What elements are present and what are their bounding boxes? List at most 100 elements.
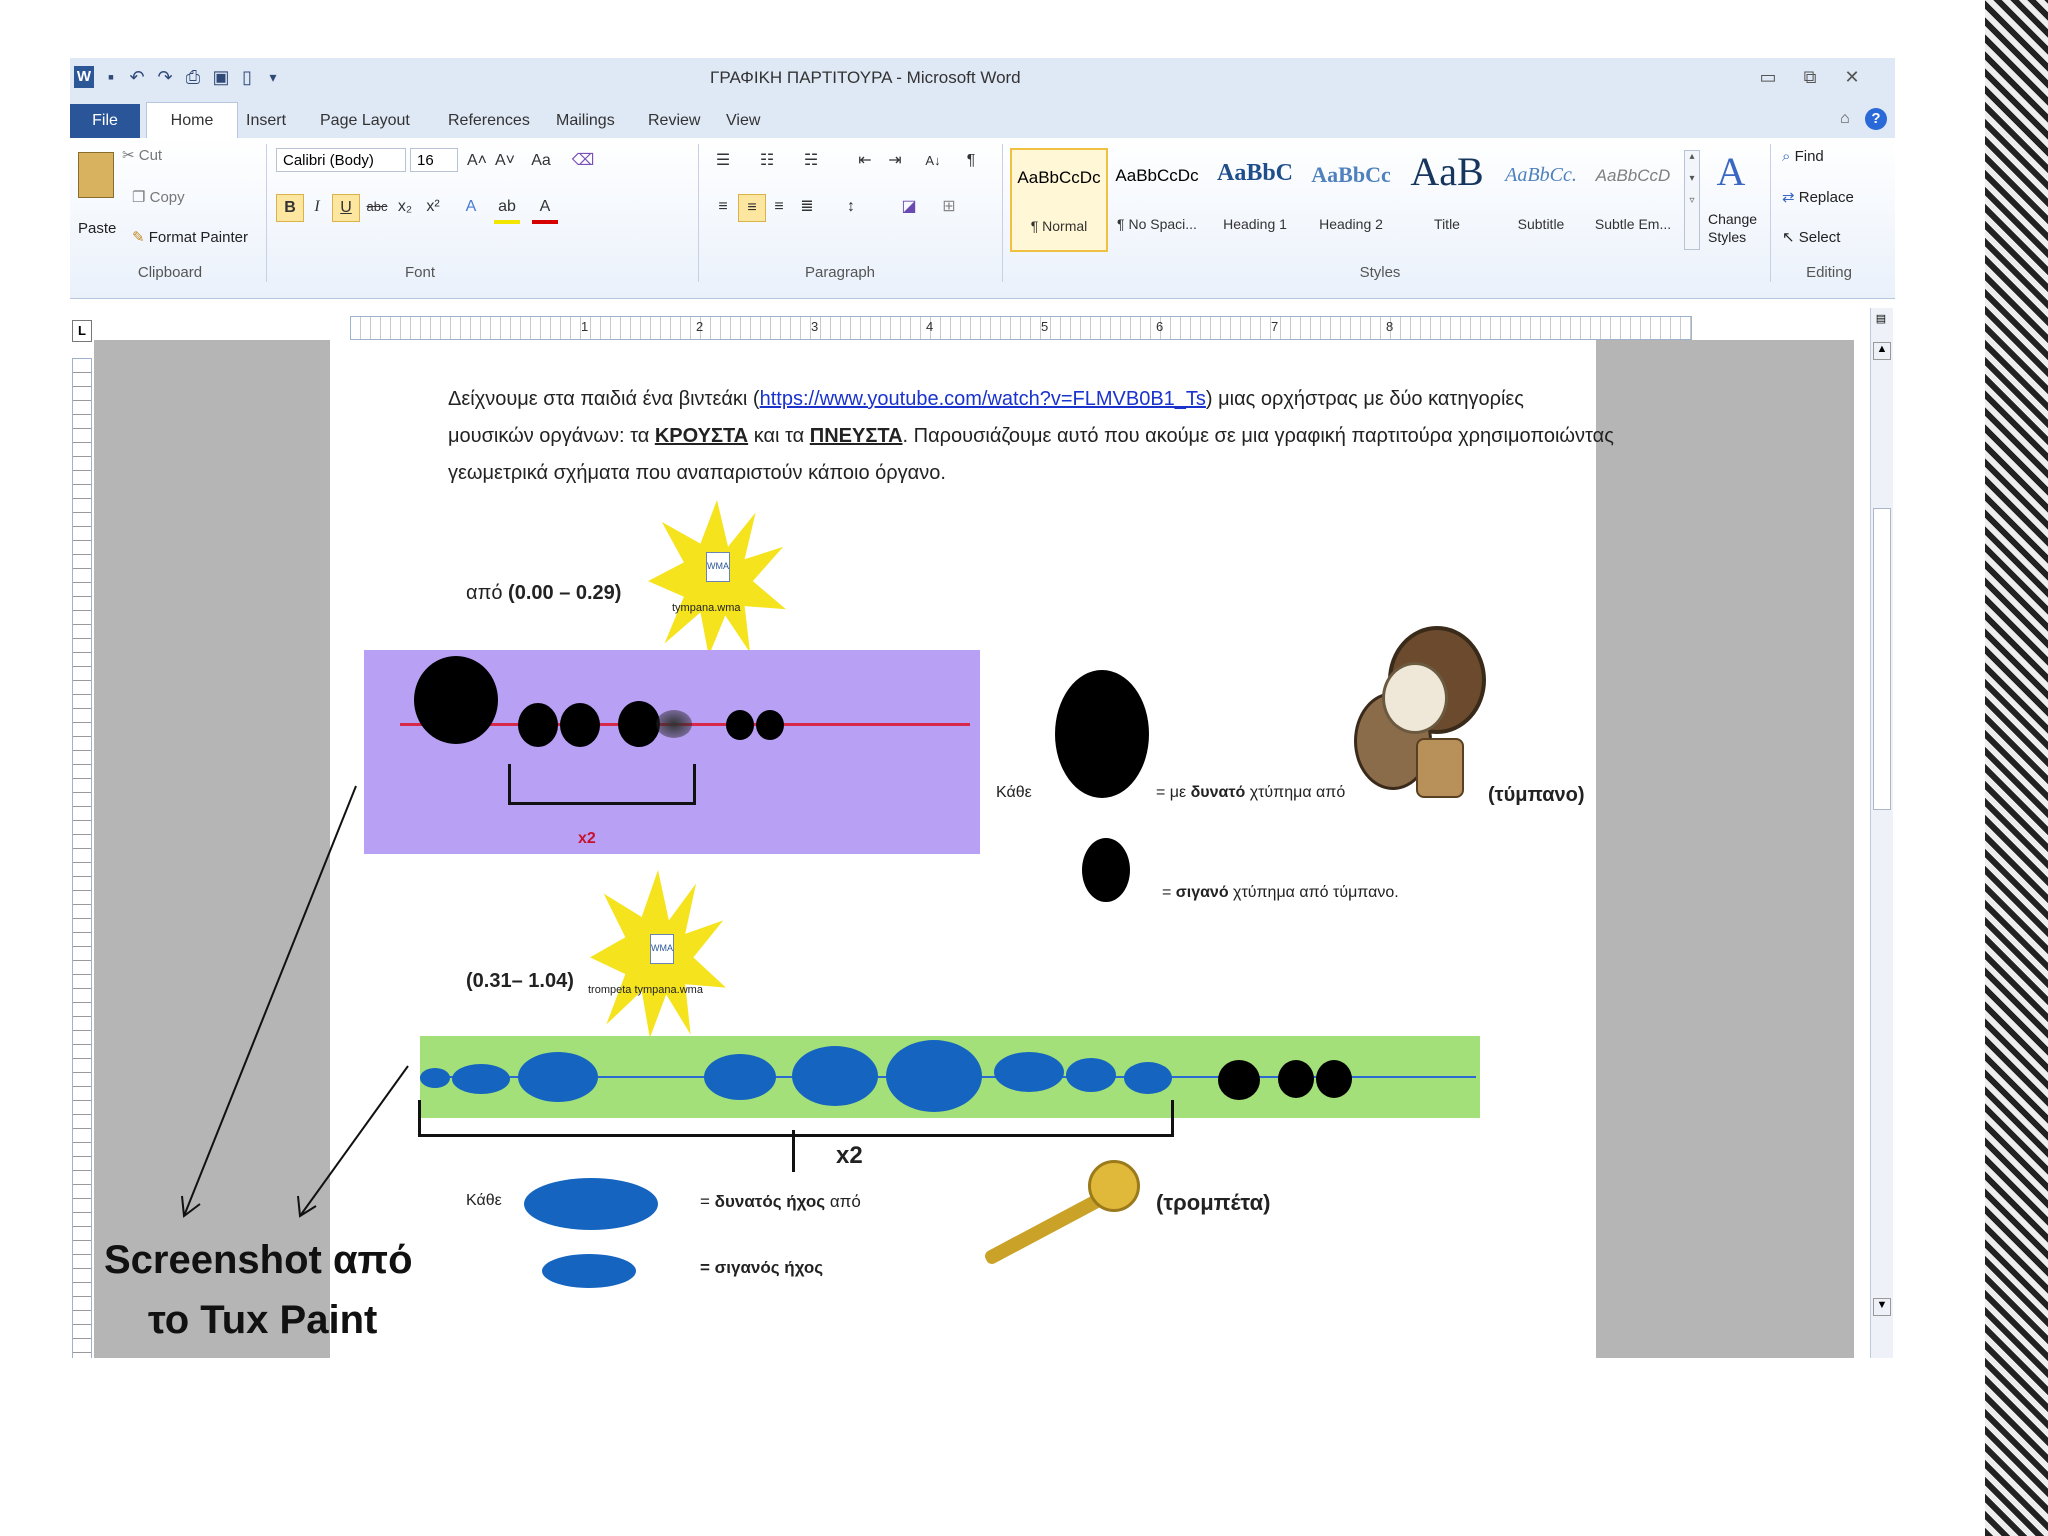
audio-file-icon[interactable]: WMA bbox=[650, 934, 674, 964]
soft-sound-blob bbox=[420, 1068, 450, 1088]
close-button[interactable]: ✕ bbox=[1834, 64, 1870, 90]
multilevel-list-icon[interactable]: ☵ bbox=[798, 148, 824, 174]
redo-icon[interactable]: ↷ bbox=[154, 66, 176, 88]
grow-font-icon[interactable]: A˄ bbox=[464, 148, 490, 174]
tab-view[interactable]: View bbox=[716, 106, 770, 136]
shading-icon[interactable]: ◪ bbox=[896, 194, 922, 220]
scroll-thumb[interactable] bbox=[1873, 508, 1891, 810]
section1-label: από (0.00 – 0.29) bbox=[466, 582, 621, 605]
bold-button[interactable]: B bbox=[276, 194, 304, 222]
ruler-toggle-icon[interactable]: ▤ bbox=[1873, 312, 1889, 328]
style-heading-2[interactable]: AaBbCc Heading 2 bbox=[1304, 148, 1398, 248]
ruler-number: 6 bbox=[1156, 319, 1164, 334]
audio-file-icon[interactable]: WMA bbox=[706, 552, 730, 582]
format-painter-label: Format Painter bbox=[148, 229, 248, 246]
decrease-indent-icon[interactable]: ⇤ bbox=[852, 148, 878, 174]
fading-drum-dot bbox=[656, 710, 692, 738]
align-left-icon[interactable]: ≡ bbox=[710, 194, 736, 220]
help-icon[interactable]: ? bbox=[1865, 108, 1887, 130]
styles-scroll-icon[interactable]: ▴ ▾ ▿ bbox=[1684, 150, 1700, 250]
style-name: ¶ No Spaci... bbox=[1117, 216, 1197, 232]
font-name-combo[interactable]: Calibri (Body) bbox=[276, 148, 406, 172]
styles-group-label: Styles bbox=[1359, 264, 1401, 281]
copy-button[interactable]: ❐ Copy bbox=[132, 188, 185, 206]
highlight-color-icon[interactable]: ab bbox=[494, 194, 520, 224]
scroll-down-icon[interactable]: ▼ bbox=[1873, 1298, 1891, 1316]
replace-button[interactable]: ⇄ Replace bbox=[1782, 188, 1854, 206]
drum-shape bbox=[1382, 662, 1448, 734]
line-spacing-icon[interactable]: ↕ bbox=[838, 194, 864, 220]
style-normal[interactable]: AaBbCcDc ¶ Normal bbox=[1010, 148, 1108, 252]
font-color-icon[interactable]: A bbox=[532, 194, 558, 224]
cut-button[interactable]: ✂ Cut bbox=[122, 146, 162, 164]
restore-button[interactable]: ⧉ bbox=[1792, 64, 1828, 90]
print-icon[interactable]: ⎙ bbox=[182, 66, 204, 88]
tab-review[interactable]: Review bbox=[638, 106, 710, 136]
change-styles-icon[interactable]: A bbox=[1706, 148, 1756, 198]
repeat-bracket bbox=[508, 764, 696, 805]
ruler-number: 5 bbox=[1041, 319, 1049, 334]
minimize-button[interactable]: ▭ bbox=[1750, 64, 1786, 90]
underline-button[interactable]: U bbox=[332, 194, 360, 222]
audio-file-label[interactable]: trompeta tympana.wma bbox=[588, 984, 703, 996]
text-effects-icon[interactable]: A bbox=[458, 194, 484, 220]
minimize-ribbon-icon[interactable]: ⌂ bbox=[1840, 110, 1850, 128]
subscript-button[interactable]: x₂ bbox=[392, 194, 418, 220]
paste-icon[interactable] bbox=[78, 152, 114, 198]
select-button[interactable]: ↖ Select bbox=[1782, 228, 1840, 246]
legend-bold: σιγανό bbox=[1175, 884, 1229, 901]
legend-soft-drum: = σιγανό χτύπημα από τύμπανο. bbox=[1162, 884, 1399, 902]
tab-page-layout[interactable]: Page Layout bbox=[310, 106, 420, 136]
window-title: ΓΡΑΦΙΚΗ ΠΑΡΤΙΤΟΥΡΑ - Microsoft Word bbox=[710, 68, 1021, 87]
superscript-button[interactable]: x² bbox=[420, 194, 446, 220]
bullets-icon[interactable]: ☰ bbox=[710, 148, 736, 174]
save-icon[interactable]: ▪ bbox=[100, 66, 122, 88]
style-heading-1[interactable]: AaBbC Heading 1 bbox=[1208, 148, 1302, 248]
strikethrough-button[interactable]: abc bbox=[364, 194, 390, 220]
new-document-icon[interactable]: ▯ bbox=[236, 66, 258, 88]
caption-line-1: Screenshot από bbox=[104, 1238, 413, 1282]
align-right-icon[interactable]: ≡ bbox=[766, 194, 792, 220]
show-formatting-icon[interactable]: ¶ bbox=[958, 148, 984, 174]
style-title[interactable]: AaB Title bbox=[1400, 148, 1494, 248]
legend-soft-blob bbox=[542, 1254, 636, 1288]
change-styles-button[interactable]: Change Styles bbox=[1708, 210, 1760, 246]
drum-hit-dot bbox=[1316, 1060, 1352, 1098]
change-case-icon[interactable]: Aa bbox=[528, 148, 554, 174]
brush-icon: ✎ bbox=[132, 229, 149, 246]
style-no-spacing[interactable]: AaBbCcDc ¶ No Spaci... bbox=[1110, 148, 1204, 248]
format-painter-button[interactable]: ✎ Format Painter bbox=[132, 228, 248, 246]
scroll-up-icon[interactable]: ▲ bbox=[1873, 342, 1891, 360]
youtube-link[interactable]: https://www.youtube.com/watch?v=FLMVB0B1… bbox=[760, 388, 1206, 410]
italic-button[interactable]: I bbox=[304, 194, 330, 220]
legend-loud-drum: = με δυνατό χτύπημα από bbox=[1156, 784, 1345, 802]
undo-icon[interactable]: ↶ bbox=[126, 66, 148, 88]
vertical-scrollbar[interactable]: ▤ ▲ ▼ bbox=[1870, 308, 1893, 1358]
tab-selector-icon[interactable]: L bbox=[72, 320, 92, 342]
style-subtle-emphasis[interactable]: AaBbCcD Subtle Em... bbox=[1586, 148, 1680, 248]
repeat-x2-label: x2 bbox=[578, 830, 596, 847]
replace-label: Replace bbox=[1798, 189, 1854, 206]
tab-file[interactable]: File bbox=[70, 104, 140, 138]
shrink-font-icon[interactable]: A˅ bbox=[492, 148, 518, 174]
style-sample: AaBbCcD bbox=[1595, 166, 1671, 185]
group-separator bbox=[698, 144, 699, 282]
paste-button[interactable]: Paste bbox=[78, 220, 116, 237]
sort-icon[interactable]: A↓ bbox=[920, 148, 946, 174]
increase-indent-icon[interactable]: ⇥ bbox=[882, 148, 908, 174]
font-size-combo[interactable]: 16 bbox=[410, 148, 458, 172]
customize-toolbar-icon[interactable]: ▾ bbox=[262, 66, 284, 88]
numbering-icon[interactable]: ☷ bbox=[754, 148, 780, 174]
audio-file-label[interactable]: tympana.wma bbox=[672, 602, 740, 614]
align-center-icon[interactable]: ≡ bbox=[738, 194, 766, 222]
style-subtitle[interactable]: AaBbCc. Subtitle bbox=[1494, 148, 1588, 248]
find-button[interactable]: ⌕ Find bbox=[1782, 148, 1824, 165]
tab-mailings[interactable]: Mailings bbox=[546, 106, 625, 136]
clear-formatting-icon[interactable]: ⌫ bbox=[570, 148, 596, 174]
borders-icon[interactable]: ⊞ bbox=[936, 194, 962, 220]
tab-home[interactable]: Home bbox=[146, 102, 238, 139]
tab-insert[interactable]: Insert bbox=[236, 106, 296, 136]
print-preview-icon[interactable]: ▣ bbox=[210, 66, 232, 88]
justify-icon[interactable]: ≣ bbox=[794, 194, 820, 220]
tab-references[interactable]: References bbox=[438, 106, 540, 136]
